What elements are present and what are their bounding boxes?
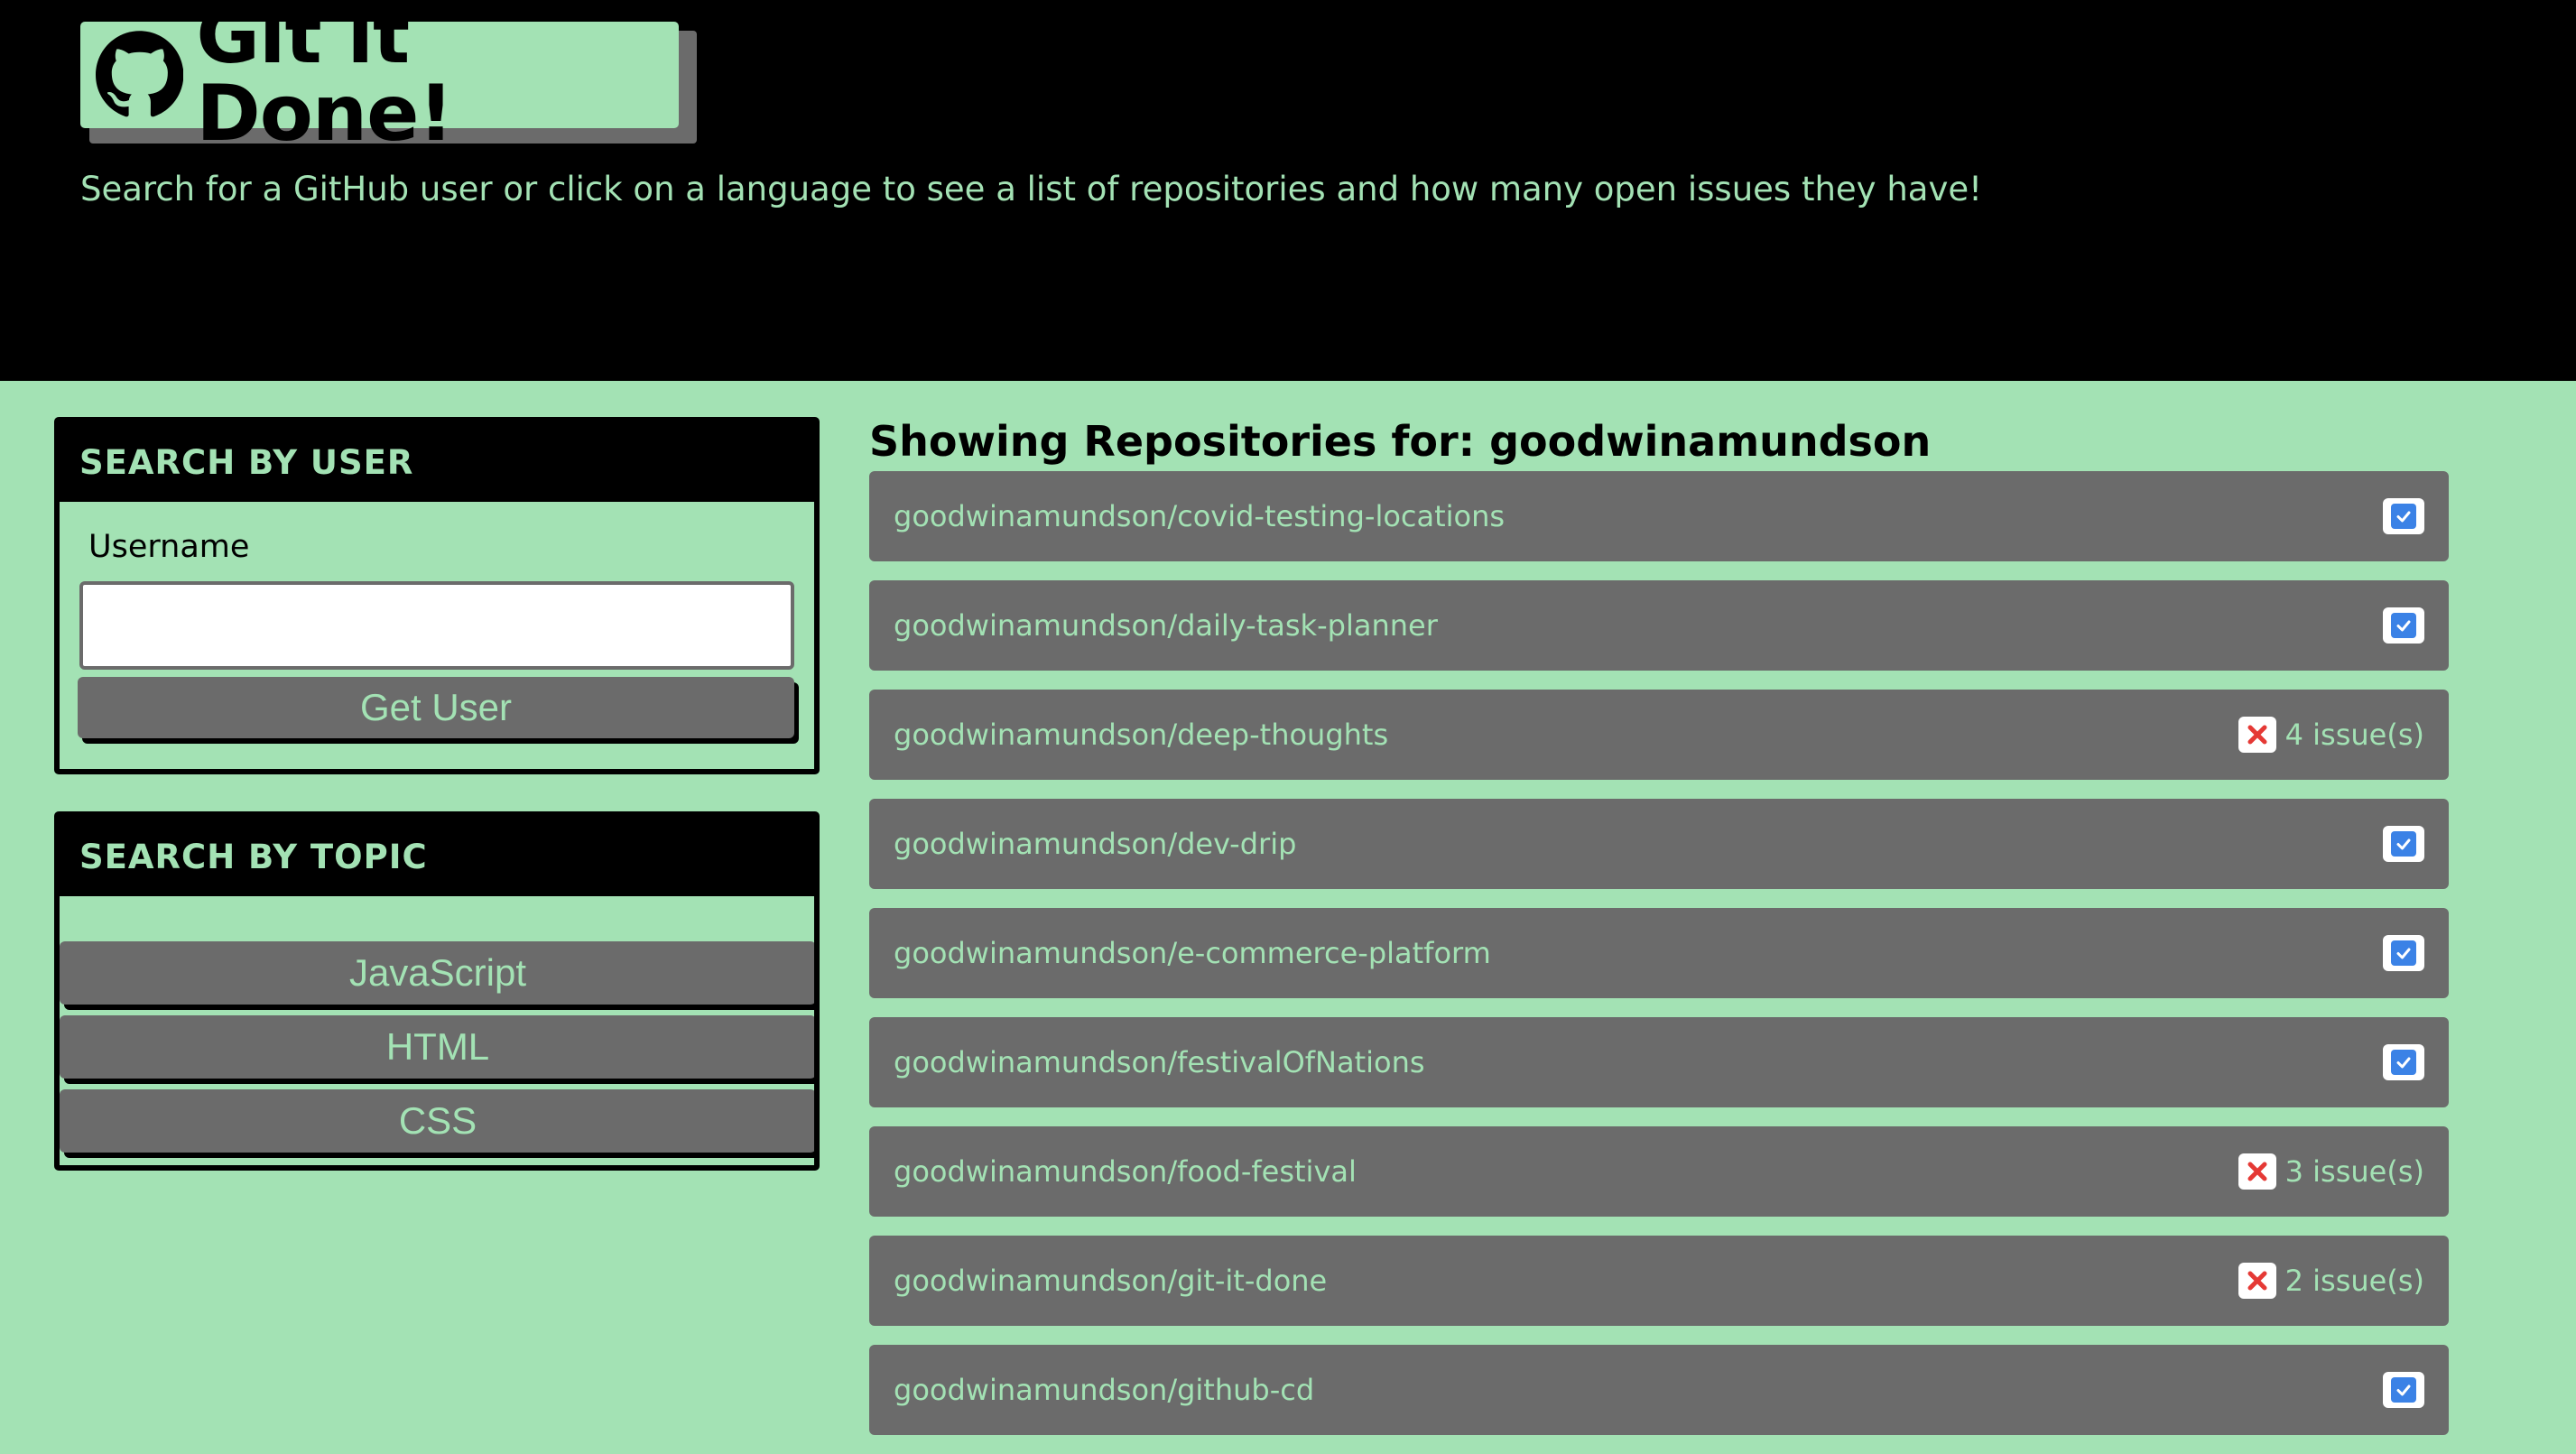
search-by-user-panel: SEARCH BY USER Username Get User	[54, 417, 820, 774]
language-button-javascript[interactable]: JavaScript	[60, 941, 814, 1005]
repo-name: goodwinamundson/git-it-done	[894, 1264, 1328, 1298]
repo-name: goodwinamundson/festivalOfNations	[894, 1045, 1425, 1079]
repo-status: 2 issue(s)	[2238, 1263, 2424, 1299]
search-by-topic-heading: SEARCH BY TOPIC	[60, 817, 814, 896]
repo-name: goodwinamundson/covid-testing-locations	[894, 499, 1506, 533]
repo-item[interactable]: goodwinamundson/festivalOfNations	[869, 1017, 2449, 1107]
repo-search-term-heading: Showing Repositories for: goodwinamundso…	[869, 417, 1932, 466]
repo-status: 4 issue(s)	[2238, 717, 2424, 753]
repo-status	[2383, 1372, 2424, 1408]
check-icon	[2383, 1044, 2424, 1080]
repo-name: goodwinamundson/food-festival	[894, 1154, 1357, 1189]
issue-count: 2 issue(s)	[2284, 1264, 2424, 1298]
username-input[interactable]	[79, 581, 794, 670]
repo-status	[2383, 935, 2424, 971]
repo-item[interactable]: goodwinamundson/covid-testing-locations	[869, 471, 2449, 561]
x-icon	[2238, 1263, 2276, 1299]
search-by-user-heading: SEARCH BY USER	[60, 422, 814, 502]
page-subtitle: Search for a GitHub user or click on a l…	[80, 170, 1982, 208]
repo-list: goodwinamundson/covid-testing-locations g…	[869, 471, 2449, 1454]
search-by-topic-panel: SEARCH BY TOPIC JavaScript HTML CSS	[54, 811, 820, 1171]
repo-name: goodwinamundson/dev-drip	[894, 827, 1297, 861]
repo-name: goodwinamundson/deep-thoughts	[894, 718, 1389, 752]
get-user-button[interactable]: Get User	[78, 677, 794, 738]
check-icon	[2383, 607, 2424, 644]
check-icon	[2383, 498, 2424, 534]
username-label: Username	[88, 529, 250, 565]
repo-status	[2383, 498, 2424, 534]
repo-name: goodwinamundson/daily-task-planner	[894, 608, 1438, 643]
logo: Git it Done!	[80, 0, 697, 153]
repo-status: 3 issue(s)	[2238, 1153, 2424, 1190]
x-icon	[2238, 1153, 2276, 1190]
repo-item[interactable]: goodwinamundson/dev-drip	[869, 799, 2449, 889]
repo-name: goodwinamundson/e-commerce-platform	[894, 936, 1491, 970]
language-button-css[interactable]: CSS	[60, 1089, 814, 1153]
repo-status	[2383, 607, 2424, 644]
x-icon	[2238, 717, 2276, 753]
repo-item[interactable]: goodwinamundson/e-commerce-platform	[869, 908, 2449, 998]
repo-item[interactable]: goodwinamundson/git-it-done 2 issue(s)	[869, 1236, 2449, 1326]
repo-status	[2383, 1044, 2424, 1080]
repo-name: goodwinamundson/github-cd	[894, 1373, 1315, 1407]
issue-count: 3 issue(s)	[2284, 1154, 2424, 1189]
page-header: Git it Done! Search for a GitHub user or…	[0, 0, 2576, 381]
check-icon	[2383, 826, 2424, 862]
repo-status	[2383, 826, 2424, 862]
repo-item[interactable]: goodwinamundson/food-festival 3 issue(s)	[869, 1126, 2449, 1217]
app-title: Git it Done!	[196, 0, 453, 159]
repo-item[interactable]: goodwinamundson/daily-task-planner	[869, 580, 2449, 671]
repo-item[interactable]: goodwinamundson/deep-thoughts 4 issue(s)	[869, 690, 2449, 780]
check-icon	[2383, 1372, 2424, 1408]
logo-badge: Git it Done!	[80, 0, 679, 153]
issue-count: 4 issue(s)	[2284, 718, 2424, 752]
check-icon	[2383, 935, 2424, 971]
language-button-html[interactable]: HTML	[60, 1015, 814, 1079]
github-icon	[96, 31, 184, 117]
repo-item[interactable]: goodwinamundson/github-cd	[869, 1345, 2449, 1435]
